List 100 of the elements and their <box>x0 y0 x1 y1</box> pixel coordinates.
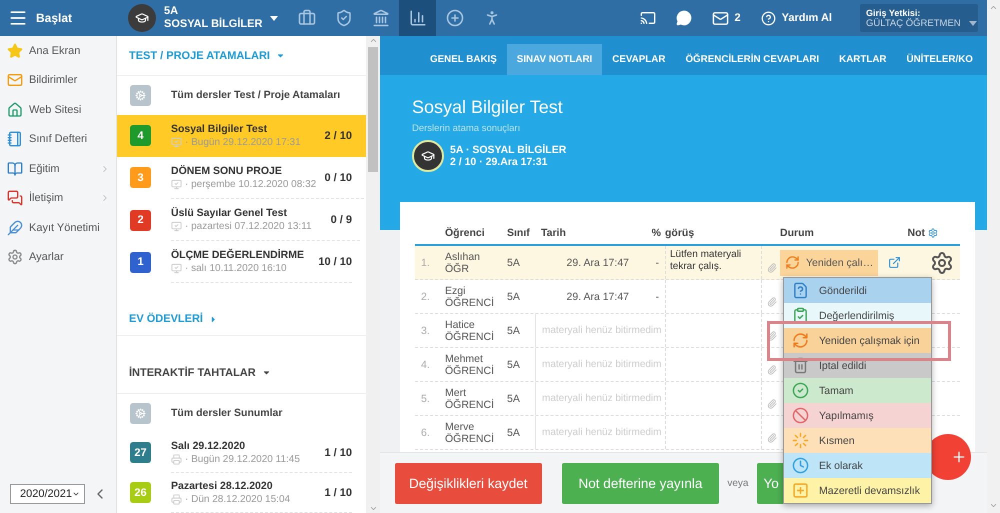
book-icon <box>7 160 23 177</box>
comment-field[interactable] <box>665 280 762 313</box>
status-option[interactable]: Ek olarak <box>784 453 931 478</box>
count-badge: 4 <box>130 125 151 146</box>
assignment-meta: 2 / 10 · 29.Ara 17:31 <box>450 156 548 168</box>
item-title: Salı 29.12.2020 <box>171 440 246 452</box>
comment-field[interactable] <box>665 416 762 449</box>
percent-cell-text: - <box>654 256 660 268</box>
tab[interactable]: CEVAPLAR <box>602 44 676 75</box>
year-select[interactable]: 2020/2021 <box>10 484 85 504</box>
tab[interactable]: GENEL BAKIŞ <box>420 44 507 75</box>
save-button[interactable]: Değişiklikleri kaydet <box>395 462 542 504</box>
ban-icon <box>792 407 809 424</box>
paperclip-icon[interactable] <box>767 433 777 443</box>
sidebar-item[interactable]: Bildirimler <box>0 66 116 95</box>
circle-plus-icon <box>446 9 464 27</box>
caret-icon <box>270 16 278 20</box>
comment-field[interactable] <box>665 314 762 347</box>
chevron-up-icon[interactable] <box>368 36 378 45</box>
row-number: 5. <box>420 392 431 404</box>
status-option[interactable]: Mazeretli devamsızlık <box>784 478 931 503</box>
all-courses-icon <box>130 402 151 424</box>
item-score: 0 / 9 <box>330 214 352 226</box>
class-cell-text: 5A <box>507 392 521 404</box>
count-badge: 2 <box>130 210 151 231</box>
sidebar-item[interactable]: Kayıt Yönetimi <box>0 213 116 242</box>
paperclip-icon[interactable] <box>767 331 777 341</box>
assignment-item[interactable]: 26 Pazartesi 28.12.2020 · Dün 28.12.2020 15:04 1 / 10 <box>117 472 366 513</box>
all-courses-item[interactable]: Tüm dersler Test / Proje Atamaları <box>117 76 366 115</box>
comment-field[interactable] <box>665 348 762 381</box>
chevron-up-icon[interactable] <box>989 3 998 12</box>
item-score: 1 / 10 <box>324 446 352 459</box>
tab[interactable]: ÜNİTELER/KO <box>896 44 983 75</box>
status-option[interactable]: Gönderildi <box>784 278 931 303</box>
clipboard-check-icon <box>792 307 809 324</box>
user-name: GÜLTAÇ ÖĞRETMEN <box>866 18 961 28</box>
plus-icon <box>951 449 967 465</box>
student-name: Mert ÖĞRENCİ <box>445 386 496 410</box>
class-subject: SOSYAL BİLGİLER <box>164 18 262 31</box>
refresh-icon <box>792 332 809 349</box>
scrollbar-thumb[interactable] <box>368 47 378 172</box>
class-cell-text: 5A <box>507 324 521 336</box>
assignment-item[interactable]: 27 Salı 29.12.2020 · Bugün 29.12.2020 11:45 1 / 10 <box>117 432 366 473</box>
settings-icon[interactable] <box>930 250 954 274</box>
class-avatar <box>412 140 444 172</box>
comment-field[interactable] <box>665 382 762 415</box>
status-dropdown[interactable]: Yeniden çalı… <box>780 250 878 276</box>
date-cell-text: 29. Ara 17:47 <box>566 256 630 268</box>
tab[interactable]: ÖĞRENCİLERİN CEVAPLARI <box>675 44 830 75</box>
class-cell-text: 5A <box>507 256 521 268</box>
comment-field[interactable]: Lütfen materyali tekrar çalış. <box>665 246 762 279</box>
scrollbar[interactable] <box>366 36 380 513</box>
help-button[interactable]: Yardım Al <box>750 0 842 36</box>
status-option[interactable]: Kısmen <box>784 428 931 453</box>
student-name: Merve ÖĞRENCİ <box>445 420 496 444</box>
class-selector[interactable]: 5A SOSYAL BİLGİLER <box>117 0 288 36</box>
column-header: Öğrenci <box>445 227 486 239</box>
status-option[interactable]: Tamam <box>784 378 931 403</box>
sidebar-item[interactable]: Sınıf Defteri <box>0 124 116 154</box>
paperclip-icon[interactable] <box>767 263 777 273</box>
mail-button[interactable]: 2 <box>702 0 751 36</box>
chevron-down-icon[interactable] <box>989 501 998 510</box>
item-date: · perşembe 10.12.2020 08:32 <box>185 178 316 190</box>
column-header: Sınıf <box>507 227 531 239</box>
page-scrollbar[interactable] <box>987 0 1000 513</box>
sidebar-item[interactable]: Eğitim <box>0 154 116 184</box>
status-option[interactable]: Yeniden çalışmak için <box>784 328 931 353</box>
count-badge: 3 <box>130 167 151 188</box>
assignment-item[interactable]: 4 Sosyal Bilgiler Test · Bugün 29.12.2020 17:31 2 / 10 <box>117 114 366 157</box>
item-score: 1 / 10 <box>324 486 352 499</box>
toolbar-tab[interactable] <box>399 0 436 36</box>
tab[interactable]: KARTLAR <box>829 44 896 75</box>
student-name: Aslıhan ÖĞR <box>445 250 482 274</box>
external-link-icon[interactable] <box>888 256 901 269</box>
assignment-item[interactable]: 2 Üslü Sayılar Genel Test · pazartesi 07.12.2020 13:11 0 / 9 <box>117 198 366 242</box>
paperclip-icon[interactable] <box>767 399 777 409</box>
login-selector[interactable]: Giriş Yetkisi: GÜLTAÇ ÖĞRETMEN <box>860 4 978 32</box>
student-row[interactable]: 1. Aslıhan ÖĞR 5A 29. Ara 17:47 - Lütfen materyali tekrar çalış. Yeniden çalı… <box>415 246 960 280</box>
feather-icon <box>7 220 23 236</box>
row-number: 4. <box>420 358 431 370</box>
item-score: 10 / 10 <box>318 256 352 268</box>
sidebar-item[interactable]: Ana Ekran <box>0 36 116 66</box>
paperclip-icon[interactable] <box>767 365 777 375</box>
sidebar-item[interactable]: Ayarlar <box>0 242 116 272</box>
star-icon <box>7 42 23 59</box>
sidebar-item[interactable]: Web Sitesi <box>0 95 116 124</box>
page-title: Sosyal Bilgiler Test <box>412 97 564 118</box>
class-cell-text: 5A <box>507 358 521 370</box>
column-header: Tarih <box>540 227 567 239</box>
all-courses-item[interactable]: Tüm dersler Sunumlar <box>117 394 366 433</box>
assignment-item[interactable]: 1 ÖLÇME DEĞERLENDİRME · salı 10.11.2020 16:10 10 / 10 <box>117 241 366 284</box>
assignment-item[interactable]: 3 DÖNEM SONU PROJE · perşembe 10.12.2020 08:32 0 / 10 <box>117 156 366 199</box>
paperclip-icon[interactable] <box>767 297 777 307</box>
start-menu-button[interactable]: Başlat <box>0 0 117 36</box>
sidebar-item[interactable]: İletişim <box>0 184 116 213</box>
class-cell-text: 5A <box>507 290 521 302</box>
status-option[interactable]: Yapılmamış <box>784 403 931 428</box>
chevron-down-icon[interactable] <box>368 504 378 513</box>
class-cell-text: 5A <box>507 426 521 438</box>
briefcase-icon <box>298 9 316 27</box>
